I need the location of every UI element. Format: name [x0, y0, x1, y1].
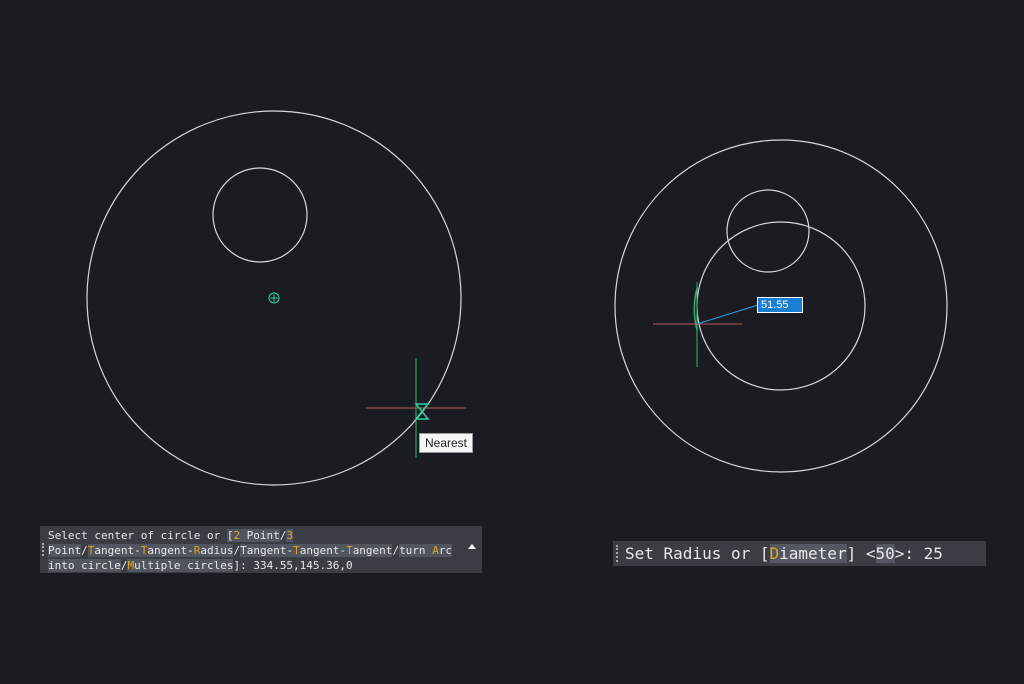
option-diameter-key: D: [769, 544, 780, 563]
option-turn-arc-cont[interactable]: into circle: [48, 559, 121, 572]
command-input-value[interactable]: : 334.55,145.36,0: [240, 559, 353, 572]
option-ttt-label-3: angent: [352, 544, 393, 557]
option-3point-first[interactable]: 3: [286, 529, 294, 542]
option-diameter-label: iameter: [779, 544, 847, 563]
center-mark-icon: [268, 292, 280, 304]
nearest-snap-icon: [414, 403, 430, 420]
left-small-circle[interactable]: [212, 167, 308, 263]
option-ttt-label-2: angent-: [299, 544, 347, 557]
option-turn-arc-label-1: turn: [399, 544, 433, 557]
command-line-row-2: Point/Tangent-Tangent-Radius/Tangent-Tan…: [48, 543, 462, 558]
option-diameter[interactable]: Diameter: [769, 544, 847, 563]
option-turn-arc[interactable]: turn Arc: [399, 544, 453, 557]
option-multiple-label: ultiple circles: [134, 559, 234, 572]
command-prompt-text: Select center of circle or: [48, 529, 227, 542]
radius-dynamic-input[interactable]: 51.55: [757, 297, 803, 313]
option-ttr-label-3: adius: [200, 544, 234, 557]
option-3point-label: Point: [48, 544, 82, 557]
option-3point-key: 3: [286, 529, 294, 542]
command-prompt-text: Set Radius or: [625, 544, 760, 563]
options-open-bracket: [: [759, 544, 770, 563]
right-small-circle[interactable]: [726, 189, 810, 273]
option-ttr-label-2: angent-: [147, 544, 194, 557]
command-line-left[interactable]: Select center of circle or [2 Point/3 Po…: [40, 526, 482, 573]
option-turn-arc-label-2: rc: [438, 544, 453, 557]
nearest-snap-tooltip: Nearest: [419, 433, 473, 453]
options-close-bracket: ]: [846, 544, 857, 563]
option-separator: /: [81, 544, 88, 557]
radius-rubber-band: [696, 304, 759, 325]
option-ttt-label-1: Tangent-: [240, 544, 294, 557]
option-turn-arc-key: A: [432, 544, 439, 557]
default-close: >: [894, 544, 905, 563]
option-3point[interactable]: Point: [48, 544, 82, 557]
option-ttr[interactable]: Tangent-Tangent-Radius: [87, 544, 234, 557]
option-multiple-circles[interactable]: Multiple circles: [127, 559, 234, 572]
option-ttr-label-1: angent-: [94, 544, 141, 557]
option-2point-label: Point: [240, 529, 280, 542]
command-line-grip-icon[interactable]: [616, 545, 620, 562]
command-line-row-3: into circle/Multiple circles]: 334.55,14…: [48, 558, 462, 573]
option-2point[interactable]: 2 Point: [233, 529, 280, 542]
default-radius-value[interactable]: 50: [875, 544, 895, 563]
option-turn-arc-label-3: into circle: [48, 559, 121, 572]
cursor-crosshair-right: [653, 282, 742, 367]
default-open: <: [865, 544, 876, 563]
command-input-value[interactable]: : 25: [904, 544, 943, 563]
drawing-canvas[interactable]: [0, 0, 1024, 684]
option-ttt[interactable]: Tangent-Tangent-Tangent: [240, 544, 393, 557]
command-line-row-1: Select center of circle or [2 Point/3: [48, 528, 462, 543]
command-line-grip-icon[interactable]: [42, 543, 46, 556]
option-ttt-key-2: T: [346, 544, 353, 557]
history-up-arrow-icon[interactable]: [468, 544, 476, 549]
option-ttt-key-1: T: [293, 544, 300, 557]
command-line-right[interactable]: Set Radius or [Diameter] <50>: 25: [613, 541, 986, 566]
